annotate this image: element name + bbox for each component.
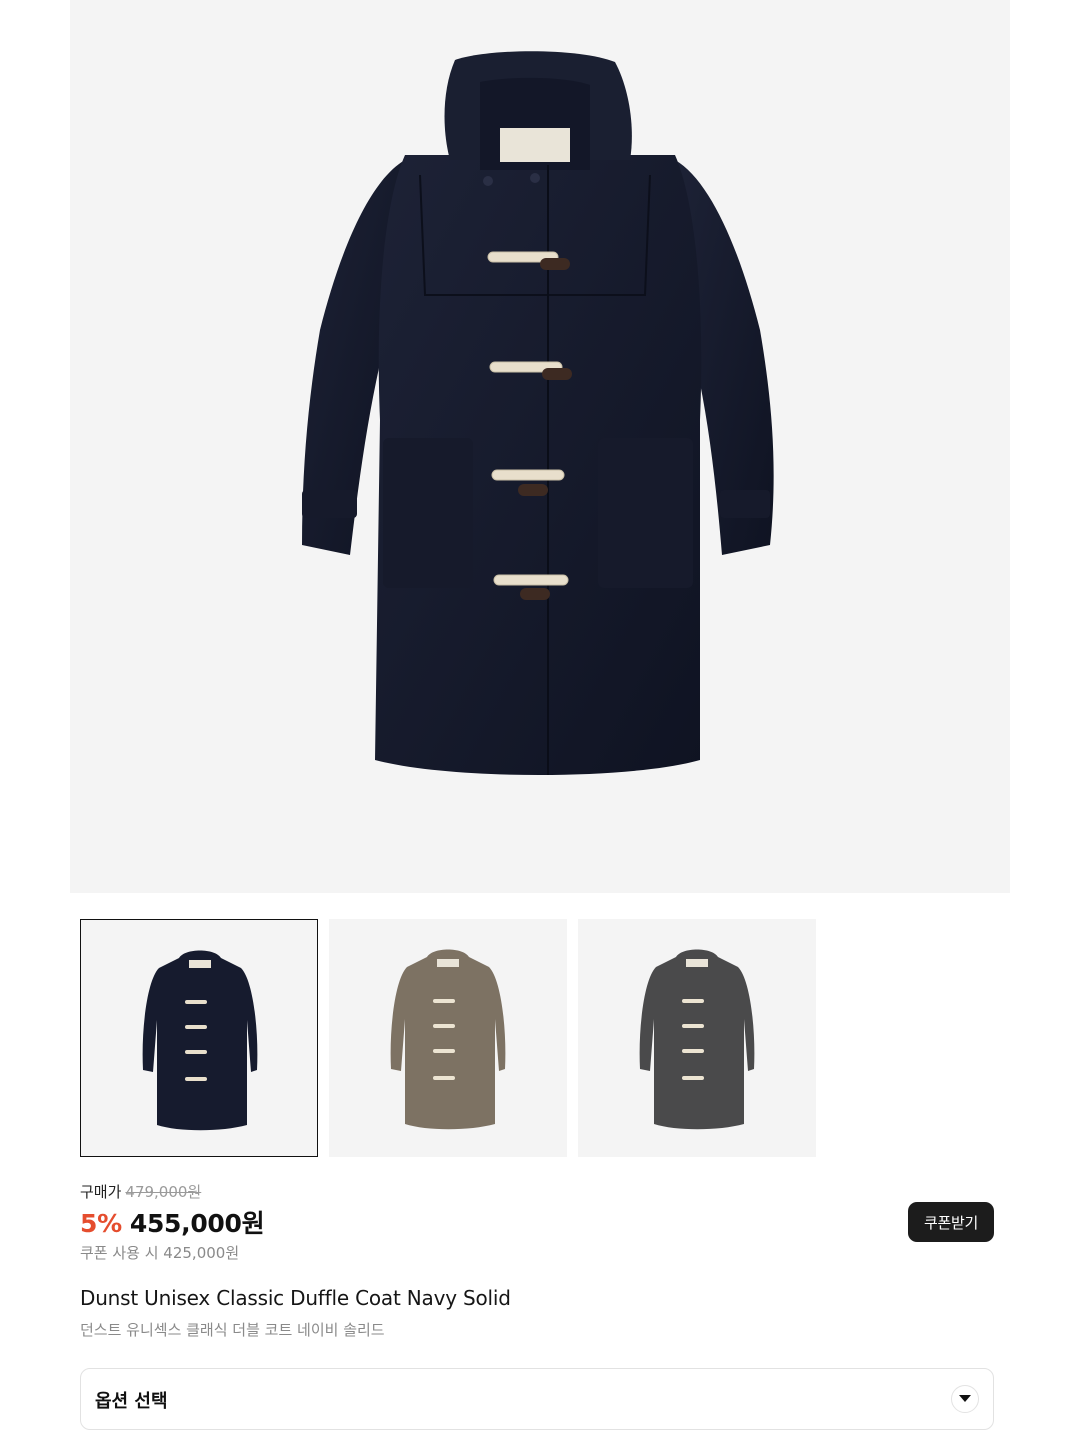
navy-coat-thumbnail-image — [142, 950, 258, 1131]
thumbnail-brown[interactable] — [329, 919, 567, 1157]
option-select-label: 옵션 선택 — [95, 1391, 168, 1412]
price-section: 구매가 479,000원 5% 455,000원 쿠폰 사용 시 425,000원 — [80, 1180, 265, 1265]
coupon-price: 쿠폰 사용 시 425,000원 — [80, 1244, 240, 1262]
option-select-dropdown[interactable]: 옵션 선택 — [80, 1368, 994, 1430]
charcoal-coat-thumbnail-image — [639, 949, 755, 1130]
brown-coat-thumbnail-image — [390, 949, 506, 1130]
product-main-image — [70, 0, 1010, 893]
coupon-download-button[interactable]: 쿠폰받기 — [908, 1202, 994, 1242]
original-price: 479,000원 — [125, 1183, 202, 1201]
duffle-coat-image — [302, 51, 774, 775]
price-label: 구매가 — [80, 1183, 122, 1201]
product-name-english: Dunst Unisex Classic Duffle Coat Navy So… — [80, 1286, 511, 1310]
sale-price: 455,000원 — [129, 1209, 265, 1238]
chevron-down-icon — [951, 1385, 979, 1413]
discount-rate: 5% — [80, 1209, 122, 1238]
product-name-korean: 던스트 유니섹스 클래식 더블 코트 네이비 솔리드 — [80, 1321, 385, 1339]
original-price-row: 구매가 479,000원 — [80, 1180, 264, 1204]
thumbnail-charcoal[interactable] — [578, 919, 816, 1157]
thumbnail-navy[interactable] — [80, 919, 318, 1157]
sale-price-row: 5% 455,000원 — [80, 1207, 265, 1241]
